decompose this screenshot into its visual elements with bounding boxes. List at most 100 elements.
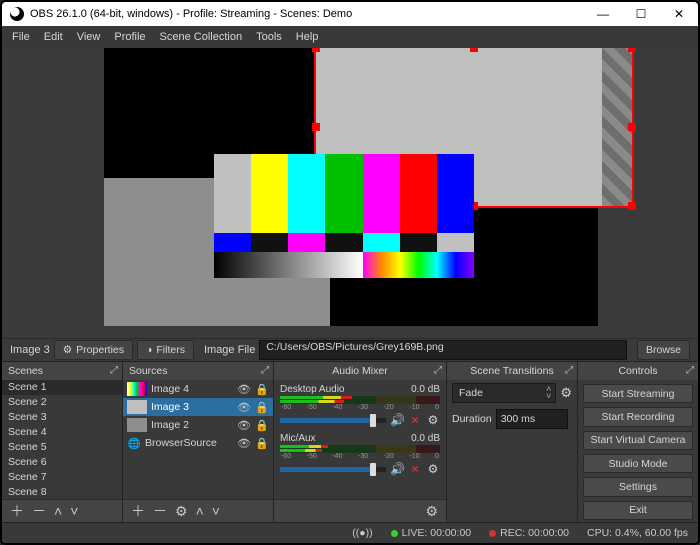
volume-slider[interactable] — [280, 418, 386, 423]
scene-item[interactable]: Scene 3 — [2, 410, 122, 425]
scenes-popout-icon[interactable]: ⤢ — [110, 365, 118, 376]
menu-tools[interactable]: Tools — [256, 31, 282, 43]
add-scene-button[interactable]: ＋ — [10, 501, 24, 521]
scenes-list[interactable]: Scene 1 Scene 2 Scene 3 Scene 4 Scene 5 … — [2, 380, 122, 499]
visibility-toggle-icon[interactable]: 👁 — [237, 419, 251, 432]
scene-item[interactable]: Scene 4 — [2, 425, 122, 440]
mute-icon[interactable]: 🔊 — [390, 462, 404, 476]
source-row[interactable]: Image 2 👁 🔒 — [123, 416, 273, 434]
vu-meter — [280, 396, 440, 404]
controls-body: Start Streaming Start Recording Start Vi… — [578, 380, 698, 522]
scenes-toolbar: ＋ － ˄ ˅ — [2, 499, 122, 522]
menu-edit[interactable]: Edit — [44, 31, 63, 43]
source-thumb — [127, 382, 147, 396]
transitions-popout-icon[interactable]: ⤢ — [565, 365, 573, 376]
sources-popout-icon[interactable]: ⤢ — [261, 365, 269, 376]
visibility-toggle-icon[interactable]: 👁 — [237, 437, 251, 450]
app-icon — [10, 7, 24, 21]
source-row[interactable]: Image 3 👁 🔒 — [123, 398, 273, 416]
minimize-button[interactable]: ― — [584, 2, 622, 26]
controls-header: Controls ⤢ — [578, 362, 698, 380]
add-source-button[interactable]: ＋ — [131, 501, 145, 521]
scene-item[interactable]: Scene 8 — [2, 484, 122, 499]
mute-icon[interactable]: 🔊 — [390, 413, 404, 427]
transitions-title: Scene Transitions — [470, 365, 553, 377]
gear-icon: ⚙ — [63, 344, 72, 356]
live-time: 00:00:00 — [430, 527, 471, 539]
mixer-header: Audio Mixer ⤢ — [274, 362, 446, 380]
mixer-popout-icon[interactable]: ⤢ — [434, 365, 442, 376]
visibility-toggle-icon[interactable]: 👁 — [237, 401, 251, 414]
mixer-title: Audio Mixer — [332, 365, 387, 377]
filters-button[interactable]: ◑ Filters — [137, 340, 194, 360]
sources-panel: Sources ⤢ Image 4 👁 🔒 Image 3 👁 🔒 — [123, 362, 274, 522]
source-properties-button[interactable]: ⚙ — [175, 503, 188, 520]
remove-scene-button[interactable]: － — [32, 501, 46, 521]
live-indicator-icon — [391, 530, 398, 537]
resize-handle-br[interactable] — [628, 202, 636, 210]
lock-toggle-icon[interactable]: 🔒 — [255, 437, 269, 450]
lock-toggle-icon[interactable]: 🔒 — [255, 383, 269, 396]
start-streaming-button[interactable]: Start Streaming — [583, 384, 693, 403]
lock-toggle-icon[interactable]: 🔒 — [255, 419, 269, 432]
resize-handle-ml[interactable] — [312, 123, 320, 131]
app-window: OBS 26.1.0 (64-bit, windows) - Profile: … — [0, 0, 700, 545]
scene-item[interactable]: Scene 6 — [2, 454, 122, 469]
remove-source-button[interactable]: － — [153, 501, 167, 521]
maximize-button[interactable]: ☐ — [622, 2, 660, 26]
exit-button[interactable]: Exit — [583, 501, 693, 520]
menu-file[interactable]: File — [12, 31, 30, 43]
scene-item[interactable]: Scene 5 — [2, 440, 122, 455]
meter-ticks: -60-50-40-30-20-100 — [280, 404, 440, 412]
source-up-button[interactable]: ˄ — [196, 503, 204, 519]
source-name: Image 2 — [151, 419, 233, 431]
menu-scene-collection[interactable]: Scene Collection — [160, 31, 243, 43]
source-down-button[interactable]: ˅ — [212, 503, 220, 519]
panels-row: Scenes ⤢ Scene 1 Scene 2 Scene 3 Scene 4… — [2, 361, 698, 522]
duration-input[interactable] — [496, 409, 568, 429]
mixer-channel: Desktop Audio0.0 dB -60-50-40-30-20-100 … — [274, 382, 446, 431]
transition-select[interactable]: Fade ˄˅ — [452, 383, 556, 403]
menu-help[interactable]: Help — [296, 31, 319, 43]
visibility-toggle-icon[interactable]: 👁 — [237, 383, 251, 396]
scene-down-button[interactable]: ˅ — [70, 503, 78, 519]
source-row[interactable]: 🌐 BrowserSource 👁 🔒 — [123, 434, 273, 452]
start-virtual-camera-button[interactable]: Start Virtual Camera — [583, 431, 693, 450]
close-button[interactable]: ✕ — [660, 2, 698, 26]
studio-mode-button[interactable]: Studio Mode — [583, 454, 693, 473]
scene-item[interactable]: Scene 2 — [2, 395, 122, 410]
source-context-bar: Image 3 ⚙ Properties ◑ Filters Image Fil… — [2, 338, 698, 361]
menubar: File Edit View Profile Scene Collection … — [2, 26, 698, 48]
resize-handle-tr[interactable] — [628, 48, 636, 52]
volume-slider[interactable] — [280, 467, 386, 472]
start-recording-button[interactable]: Start Recording — [583, 407, 693, 426]
scene-item[interactable]: Scene 1 — [2, 380, 122, 395]
mixer-toolbar: ⚙ — [274, 499, 446, 522]
menu-view[interactable]: View — [77, 31, 101, 43]
channel-settings-icon[interactable]: ⚙ — [426, 462, 440, 476]
source-row[interactable]: Image 4 👁 🔒 — [123, 380, 273, 398]
resize-handle-tc[interactable] — [470, 48, 478, 52]
filters-icon: ◑ — [146, 344, 152, 356]
properties-button[interactable]: ⚙ Properties — [54, 340, 133, 360]
transitions-panel: Scene Transitions ⤢ Fade ˄˅ ⚙ Duration — [447, 362, 578, 522]
channel-name: Mic/Aux — [280, 433, 316, 444]
menu-profile[interactable]: Profile — [114, 31, 145, 43]
sources-list[interactable]: Image 4 👁 🔒 Image 3 👁 🔒 Image 2 👁 🔒 — [123, 380, 273, 499]
scene-up-button[interactable]: ˄ — [54, 503, 62, 519]
preview-area[interactable] — [2, 48, 698, 338]
source-image-4-colorbars[interactable] — [214, 154, 474, 278]
resize-handle-mr[interactable] — [628, 123, 636, 131]
settings-button[interactable]: Settings — [583, 477, 693, 496]
scene-item[interactable]: Scene 7 — [2, 469, 122, 484]
lock-toggle-icon[interactable]: 🔒 — [255, 401, 269, 414]
controls-popout-icon[interactable]: ⤢ — [686, 365, 694, 376]
globe-icon: 🌐 — [127, 437, 141, 450]
channel-settings-icon[interactable]: ⚙ — [426, 413, 440, 427]
resize-handle-tl[interactable] — [312, 48, 320, 52]
duration-label: Duration — [452, 413, 492, 425]
image-file-path-input[interactable]: C:/Users/OBS/Pictures/Grey169B.png — [259, 340, 627, 360]
mixer-settings-button[interactable]: ⚙ — [425, 503, 438, 520]
browse-button[interactable]: Browse — [637, 340, 690, 360]
transition-settings-icon[interactable]: ⚙ — [560, 385, 572, 401]
